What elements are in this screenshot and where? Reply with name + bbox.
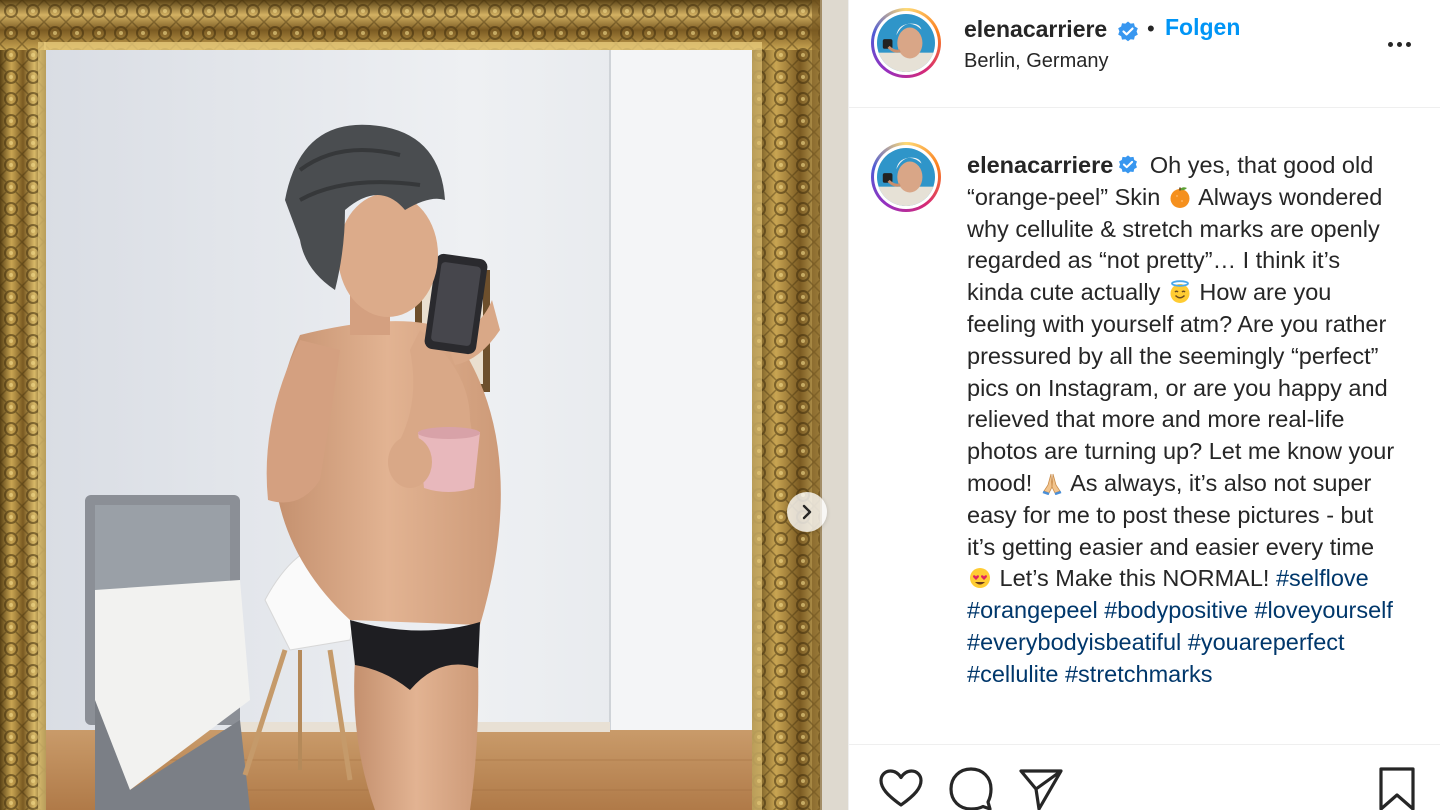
caption-text	[1369, 565, 1376, 591]
post-caption: elenacarriere Oh yes, that good old “ora…	[967, 150, 1395, 691]
hashtag-link[interactable]: #orangepeel	[967, 597, 1098, 623]
post-author-username[interactable]: elenacarriere	[964, 16, 1107, 43]
separator-dot: •	[1147, 16, 1155, 41]
caption-text	[1393, 597, 1400, 623]
orange-emoji	[1170, 186, 1190, 208]
follow-button[interactable]: Folgen	[1165, 14, 1240, 41]
share-icon[interactable]	[1017, 765, 1065, 810]
smiling-face-with-halo-emoji	[1170, 280, 1190, 304]
next-photo-button[interactable]	[787, 492, 827, 532]
bookmark-icon[interactable]	[1373, 765, 1421, 810]
avatar-image	[877, 14, 935, 72]
more-options-button[interactable]	[1381, 34, 1417, 54]
comments-section: elenacarriere Oh yes, that good old “ora…	[849, 108, 1440, 744]
post-sidebar: elenacarriere • Folgen Berlin, Germany e…	[848, 0, 1440, 810]
verified-badge-icon	[1118, 21, 1138, 42]
verified-badge-icon	[1119, 155, 1138, 174]
hashtag-link[interactable]: #stretchmarks	[1065, 661, 1213, 687]
avatar[interactable]	[871, 8, 941, 78]
caption-body: Oh yes, that good old “orange-peel” Skin…	[967, 152, 1401, 687]
caption-avatar[interactable]	[871, 142, 941, 212]
hashtag-link[interactable]: #everybodyisbeatiful	[967, 629, 1181, 655]
comment-icon[interactable]	[947, 765, 995, 810]
post-header: elenacarriere • Folgen Berlin, Germany	[849, 0, 1440, 108]
more-dot-icon	[1387, 41, 1393, 47]
caption-text: Let’s Make this NORMAL!	[993, 565, 1276, 592]
post-location[interactable]: Berlin, Germany	[964, 50, 1109, 73]
hashtag-link[interactable]: #cellulite	[967, 661, 1058, 687]
post-photo	[0, 0, 848, 810]
hashtag-link[interactable]: #selflove	[1276, 565, 1369, 591]
post-media	[0, 0, 848, 810]
hashtag-link[interactable]: #loveyourself	[1254, 597, 1392, 623]
avatar-image	[877, 148, 935, 206]
more-dot-icon	[1396, 41, 1402, 47]
hashtag-link[interactable]: #bodypositive	[1104, 597, 1248, 623]
post-actions-bar	[849, 744, 1440, 810]
heart-icon[interactable]	[877, 765, 925, 810]
folded-hands-emoji	[1042, 473, 1062, 495]
hashtag-link[interactable]: #youareperfect	[1188, 629, 1345, 655]
chevron-right-icon	[802, 504, 812, 520]
caption-text: How are you feeling with yourself atm? A…	[967, 279, 1401, 496]
heart-eyes-emoji	[970, 568, 990, 589]
caption-username[interactable]: elenacarriere	[967, 152, 1113, 178]
caption-text	[1345, 629, 1352, 655]
more-dot-icon	[1405, 41, 1411, 47]
